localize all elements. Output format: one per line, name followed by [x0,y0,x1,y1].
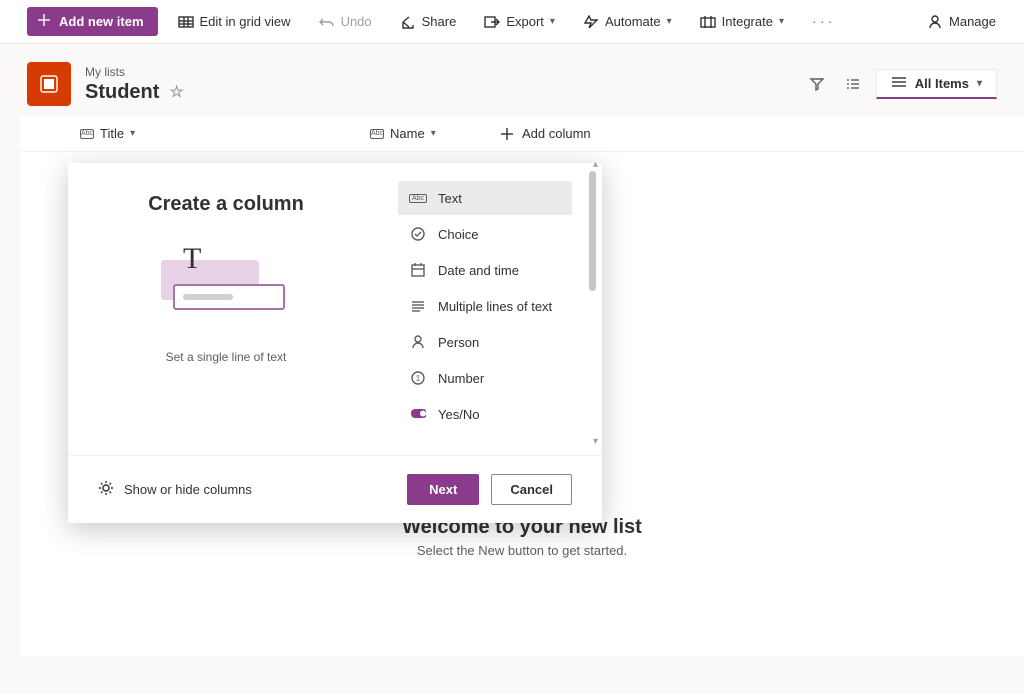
add-column-label: Add column [522,126,591,141]
person-icon [927,14,943,30]
column-type-label: Yes/No [438,407,479,422]
command-bar: Add new item Edit in grid view Undo Shar… [0,0,1024,44]
share-button[interactable]: Share [392,10,465,34]
show-hide-columns-link[interactable]: Show or hide columns [98,480,252,499]
person-icon [410,334,426,350]
manage-label: Manage [949,14,996,29]
chevron-down-icon: ▾ [130,128,135,139]
automate-icon [583,14,599,30]
favorite-star-icon[interactable]: ☆ [169,82,183,102]
column-type-label: Choice [438,227,478,242]
list-view-icon [891,76,907,91]
view-selector[interactable]: All Items ▾ [876,69,997,99]
gear-icon [98,480,114,499]
grid-icon [178,14,194,30]
manage-button[interactable]: Manage [919,10,1004,34]
column-type-yesno[interactable]: Yes/No [398,397,572,431]
scroll-up-icon: ▴ [593,159,598,170]
add-new-item-label: Add new item [59,14,144,29]
abc-icon: Abc [370,129,384,139]
text-column-illustration: T [151,246,301,326]
column-type-list: ▴ AbcTextChoiceDate and timeMultiple lin… [384,163,602,455]
breadcrumb[interactable]: My lists [85,65,184,79]
chevron-down-icon: ▾ [431,128,436,139]
cancel-button[interactable]: Cancel [491,474,572,505]
add-column-button[interactable]: Add column [500,126,591,141]
share-label: Share [422,14,457,29]
integrate-button[interactable]: Integrate ▾ [692,10,792,34]
more-icon: · · · [812,14,832,29]
overflow-button[interactable]: · · · [804,10,840,33]
popup-description: Set a single line of text [166,350,287,364]
show-hide-columns-label: Show or hide columns [124,482,252,497]
lines-icon [410,298,426,314]
column-type-multiline[interactable]: Multiple lines of text [398,289,572,323]
edit-in-grid-label: Edit in grid view [200,14,291,29]
popup-preview-pane: Create a column T Set a single line of t… [68,163,384,455]
column-title[interactable]: Abc Title ▾ [80,126,370,141]
chevron-down-icon: ▾ [779,16,784,27]
column-type-text[interactable]: Abc Text [398,181,572,215]
column-name-label: Name [390,126,425,141]
create-column-popup: Create a column T Set a single line of t… [68,163,602,523]
column-type-choice[interactable]: Choice [398,217,572,251]
edit-in-grid-button[interactable]: Edit in grid view [170,10,299,34]
plus-icon [37,13,51,30]
undo-label: Undo [341,14,372,29]
welcome-subtitle: Select the New button to get started. [20,543,1024,558]
undo-icon [319,14,335,30]
automate-label: Automate [605,14,661,29]
undo-button[interactable]: Undo [311,10,380,34]
column-type-label: Multiple lines of text [438,299,552,314]
popup-heading: Create a column [148,193,304,216]
content-header: My lists Student ☆ All Items ▾ [0,44,1024,116]
column-name[interactable]: Abc Name ▾ [370,126,500,141]
share-icon [400,14,416,30]
column-type-label: Date and time [438,263,519,278]
add-new-item-button[interactable]: Add new item [27,7,158,36]
plus-icon [500,127,514,141]
abc-icon: Abc [80,129,94,139]
column-title-label: Title [100,126,124,141]
column-type-label: Number [438,371,484,386]
scroll-down-icon: ▾ [593,436,598,447]
automate-button[interactable]: Automate ▾ [575,10,680,34]
column-type-datetime[interactable]: Date and time [398,253,572,287]
toggle-icon [410,406,426,422]
choice-icon [410,226,426,242]
column-type-label: Text [438,191,462,206]
export-label: Export [506,14,544,29]
column-header-row: Abc Title ▾ Abc Name ▾ Add column [20,116,1024,152]
filter-button[interactable] [804,71,830,97]
details-pane-button[interactable] [840,71,866,97]
svg-text:1: 1 [416,374,421,383]
column-type-person[interactable]: Person [398,325,572,359]
chevron-down-icon: ▾ [550,16,555,27]
column-type-number[interactable]: 1 Number [398,361,572,395]
export-icon [484,14,500,30]
integrate-label: Integrate [722,14,773,29]
list-title-text: Student [85,81,159,104]
scrollbar-thumb[interactable] [589,171,596,291]
chevron-down-icon: ▾ [977,78,982,89]
next-button[interactable]: Next [407,474,479,505]
number-icon: 1 [410,370,426,386]
integrate-icon [700,14,716,30]
abc-icon: Abc [410,190,426,206]
chevron-down-icon: ▾ [667,16,672,27]
list-icon [27,62,71,106]
calendar-icon [410,262,426,278]
list-title: Student ☆ [85,81,184,104]
view-name: All Items [915,76,969,91]
column-type-label: Person [438,335,479,350]
export-button[interactable]: Export ▾ [476,10,563,34]
